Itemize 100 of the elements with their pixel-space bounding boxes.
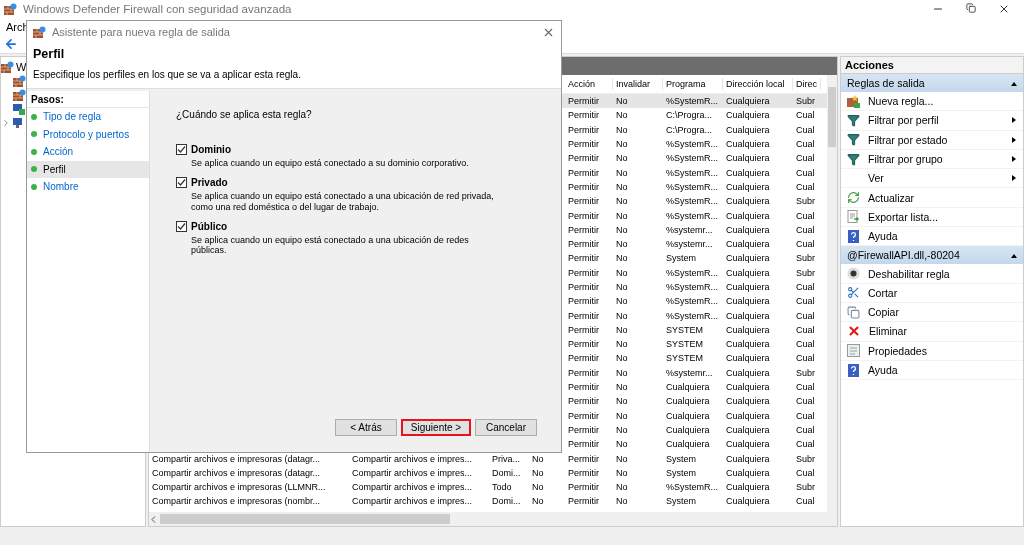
table-cell-text: Cualquiera [725,352,771,365]
close-icon[interactable] [998,3,1010,15]
table-cell-text: No [615,152,629,165]
table-cell-text: Permitir [567,123,600,136]
table-cell-text: Permitir [567,180,600,193]
column-header[interactable]: Direc [793,78,821,90]
tree-item[interactable]: W [16,61,27,73]
step-link[interactable]: Protocolo y puertos [27,125,149,143]
column-header[interactable]: Dirección local [723,78,793,90]
back-icon[interactable] [4,37,18,51]
table-row[interactable]: Compartir archivos e impresoras (nombr... Compartir archivos e impres... Domi... No Permitir No System Cualquiera Cual [149,494,827,509]
action-item[interactable]: Ayuda [841,360,1023,381]
section-title: Reglas de salida [847,77,925,89]
table-cell-text: No [615,409,629,422]
table-cell-text: %SystemR... [665,281,719,293]
column-header[interactable]: Acción [565,78,613,90]
checkbox-label[interactable]: Dominio [191,144,231,155]
table-cell-text: No [615,166,629,179]
horizontal-scrollbar[interactable] [149,512,827,526]
action-item[interactable]: Filtrar por perfil [841,111,1023,131]
table-cell-text: Permitir [567,266,600,279]
vertical-scrollbar[interactable] [827,75,837,526]
collapse-icon [1011,253,1017,260]
table-cell-text: %systemr... [665,366,714,379]
table-cell-text: No [531,466,545,479]
action-item[interactable]: Filtrar por estado [841,130,1023,150]
table-cell-text: Permitir [567,138,600,151]
page-heading: Perfil [33,47,66,61]
filter-icon [847,113,860,127]
action-item[interactable]: Actualizar [841,188,1023,208]
action-item[interactable]: Eliminar [841,322,1023,342]
column-header[interactable]: Programa [663,78,723,90]
table-cell-text: Cualquiera [725,166,771,179]
action-item[interactable]: Deshabilitar regla [841,264,1023,284]
table-cell-text: No [615,395,629,408]
table-cell-text: %SystemR... [665,138,719,151]
table-cell-text: No [615,252,629,265]
checkbox-label[interactable]: Privado [191,177,228,189]
table-cell-text: No [615,366,629,379]
table-cell-text: No [615,109,629,122]
table-cell-text: Permitir [567,381,600,394]
table-cell-text: Cualquiera [665,381,711,394]
action-item[interactable]: Cortar [841,283,1023,303]
checkbox[interactable] [176,177,187,189]
action-item[interactable]: Nueva regla... [841,92,1023,112]
table-cell-text: Compartir archivos e impresoras (nombr... [151,495,322,508]
table-row[interactable]: Compartir archivos e impresoras (datagr... Compartir archivos e impres... Domi... No Permitir No System Cualquiera Cual [149,465,827,480]
checkbox[interactable] [176,144,187,155]
column-header[interactable]: Invalidar [613,78,663,90]
checkbox-label[interactable]: Público [191,221,228,233]
table-cell-text: Permitir [567,438,600,451]
table-cell-text: Permitir [567,152,600,165]
action-item[interactable]: Copiar [841,302,1023,323]
step-link[interactable]: Tipo de regla [27,108,149,126]
table-cell-text: Compartir archivos e impresoras (datagr... [151,466,322,479]
table-cell-text: Cual [795,138,816,151]
table-cell-text: Domi... [491,495,522,508]
table-cell-text: System [665,495,697,508]
table-cell-text: No [615,138,629,151]
dialog-title: Asistente para nueva regla de salida [52,26,231,38]
restore-icon[interactable] [966,3,976,13]
table-cell-text: Cualquiera [725,323,771,336]
table-cell-text: Cualquiera [665,438,711,451]
table-cell-text: %SystemR... [665,180,719,193]
step-link[interactable]: Nombre [27,178,149,196]
action-item[interactable]: Filtrar por grupo [841,149,1023,170]
action-item[interactable]: Propiedades [841,341,1023,361]
table-cell-text: Permitir [567,95,600,108]
section-header[interactable]: @FirewallAPI.dll,-80204 [841,246,1023,265]
table-cell-text: No [531,481,545,494]
table-cell-text: Permitir [567,295,600,308]
step-link[interactable]: Acción [27,143,149,161]
table-cell-text: Compartir archivos e impresoras (LLMNR... [151,481,327,494]
table-cell-text: Permitir [567,323,600,336]
status-dot-icon [31,166,37,173]
dialog-button[interactable]: < Atrás [335,419,397,436]
table-cell-text: Subr [795,366,816,379]
filter-icon [847,133,860,147]
table-cell-text: Permitir [567,338,600,351]
table-cell-text: Permitir [567,366,600,379]
filter-icon [847,152,860,166]
status-dot-icon [31,131,37,138]
table-cell-text: System [665,466,697,479]
table-cell-text: Cualquiera [725,180,771,193]
step-link[interactable]: Perfil [27,160,149,178]
table-row[interactable]: Compartir archivos e impresoras (datagr... Compartir archivos e impres... Priva... No Permitir No System Cualquiera Subr [149,451,827,466]
checkbox[interactable] [176,221,187,233]
action-item[interactable]: Exportar lista... [841,207,1023,228]
table-cell-text: SYSTEM [665,323,704,336]
section-header[interactable]: Reglas de salida [841,74,1023,92]
table-cell-text: Cual [795,166,816,179]
table-cell-text: Permitir [567,481,600,494]
table-row[interactable]: Compartir archivos e impresoras (LLMNR... Compartir archivos e impres... Todo No Permitir No %SystemR... Cualquiera Subr [149,480,827,495]
dialog-button[interactable]: Siguiente > [401,419,471,436]
dialog-button[interactable]: Cancelar [475,419,537,436]
table-cell-text: Cualquiera [725,209,771,222]
cut-icon [847,286,860,300]
action-item[interactable]: Ver [841,169,1023,189]
table-cell-text: Cual [795,381,816,394]
table-cell-text: Cualquiera [725,223,771,236]
